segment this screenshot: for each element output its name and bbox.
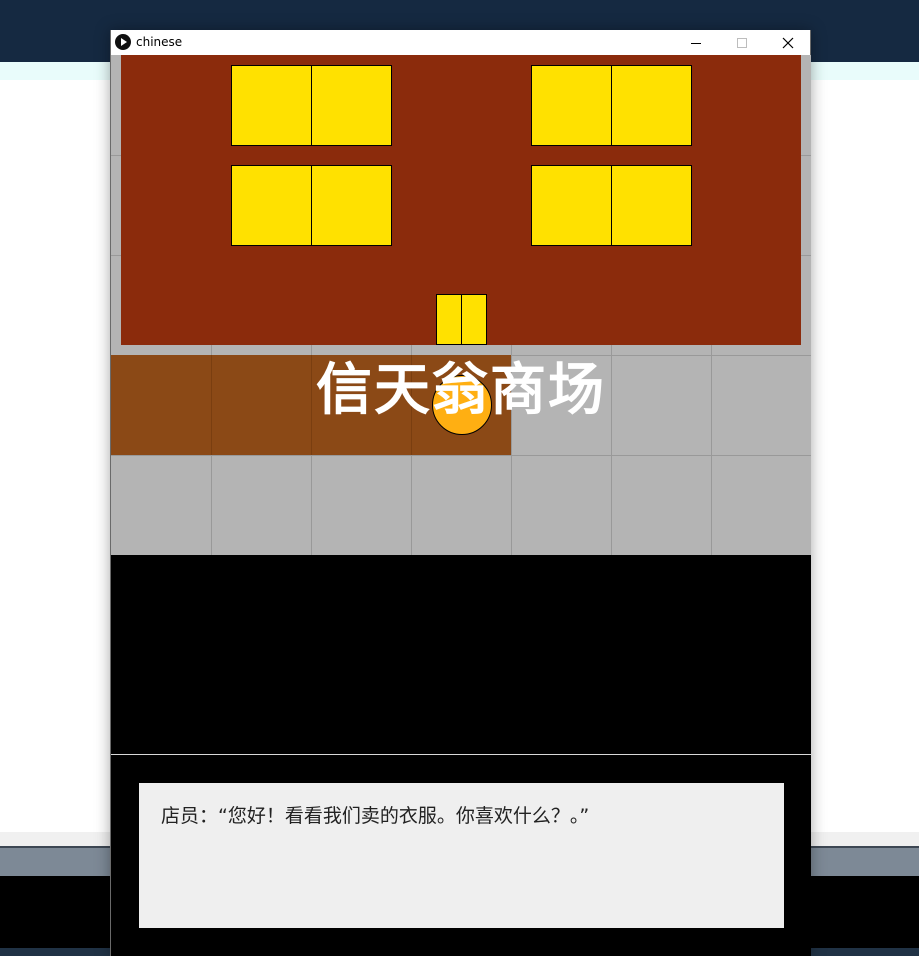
empty-scene-area: [111, 555, 811, 754]
shop-building: [121, 55, 801, 345]
minimize-button[interactable]: [673, 30, 719, 55]
dialog-box[interactable]: 店员：“您好！看看我们卖的衣服。你喜欢什么？。”: [139, 783, 784, 928]
maximize-button[interactable]: [719, 30, 765, 55]
game-window: chinese 信天翁商场 店员：“您好！看看我们卖的衣服。你喜欢什么？。”: [110, 30, 811, 956]
close-icon: [782, 37, 794, 48]
building-window: [311, 165, 392, 246]
building-window: [231, 165, 312, 246]
app-play-icon: [115, 34, 131, 50]
close-button[interactable]: [765, 30, 811, 55]
building-window: [611, 165, 692, 246]
building-window: [231, 65, 312, 146]
building-window: [311, 65, 392, 146]
window-titlebar[interactable]: chinese: [111, 30, 810, 55]
building-window: [531, 65, 612, 146]
game-canvas[interactable]: 信天翁商场: [111, 55, 811, 555]
dialog-panel: 店员：“您好！看看我们卖的衣服。你喜欢什么？。”: [111, 755, 811, 956]
window-title: chinese: [136, 35, 183, 49]
building-window: [611, 65, 692, 146]
building-window: [531, 165, 612, 246]
shop-door-left[interactable]: [436, 294, 462, 345]
maximize-icon: [737, 37, 747, 48]
dialog-text: 店员：“您好！看看我们卖的衣服。你喜欢什么？。”: [161, 805, 590, 827]
minimize-icon: [691, 42, 701, 44]
grid-line: [111, 455, 811, 456]
shop-sign-text: 信天翁商场: [316, 358, 606, 423]
shop-door-right[interactable]: [461, 294, 487, 345]
